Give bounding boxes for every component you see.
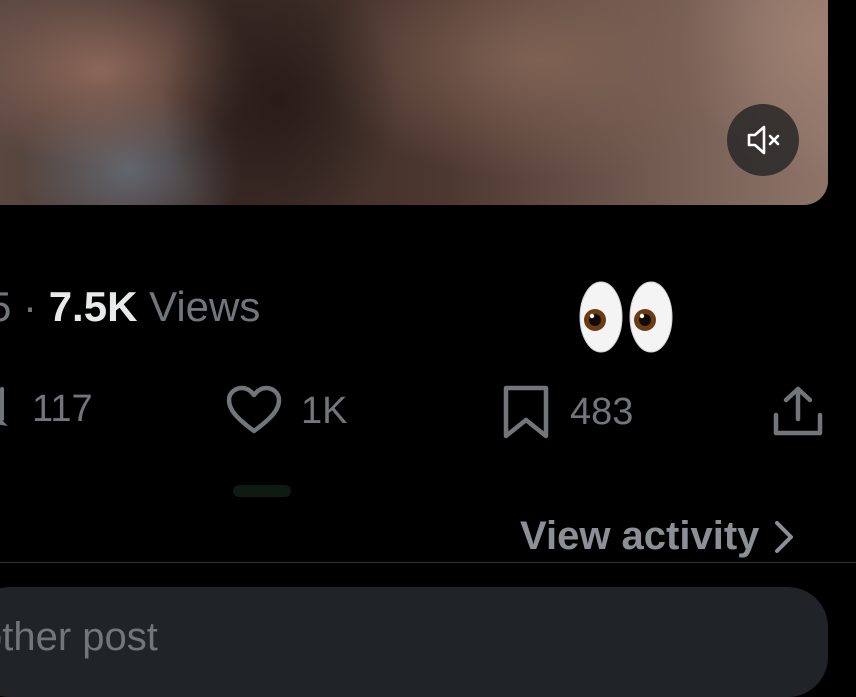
speaker-muted-icon: [747, 125, 780, 155]
views-count: 7.5K: [48, 283, 138, 330]
repost-icon: [0, 387, 8, 426]
share-icon: [773, 386, 823, 436]
like-button[interactable]: 1K: [225, 385, 347, 437]
share-button[interactable]: [770, 385, 826, 439]
divider: [0, 562, 856, 563]
drag-handle: [233, 485, 291, 497]
bookmark-icon: [503, 385, 549, 439]
bookmark-count: 483: [570, 390, 634, 433]
meta-separator: ·: [23, 283, 38, 330]
meta-fragment: 5: [0, 283, 11, 330]
eye-icon: [629, 281, 673, 353]
views-label: Views: [149, 283, 261, 330]
like-count: 1K: [301, 389, 348, 432]
repost-button[interactable]: 117: [0, 383, 93, 435]
eye-icon: [579, 281, 623, 353]
video-player[interactable]: [0, 0, 828, 205]
mute-button[interactable]: [727, 104, 799, 176]
eyes-emoji: [578, 280, 674, 354]
heart-icon: [226, 385, 282, 434]
post-meta: 5 · 7.5K Views: [0, 283, 260, 331]
repost-count: 117: [32, 387, 93, 430]
view-activity-label: View activity: [520, 514, 760, 558]
reply-input[interactable]: [0, 615, 780, 660]
reply-box[interactable]: [0, 587, 828, 697]
view-activity-link[interactable]: View activity: [520, 514, 795, 559]
chevron-right-icon: [775, 520, 794, 553]
bookmark-button[interactable]: 483: [500, 385, 633, 439]
